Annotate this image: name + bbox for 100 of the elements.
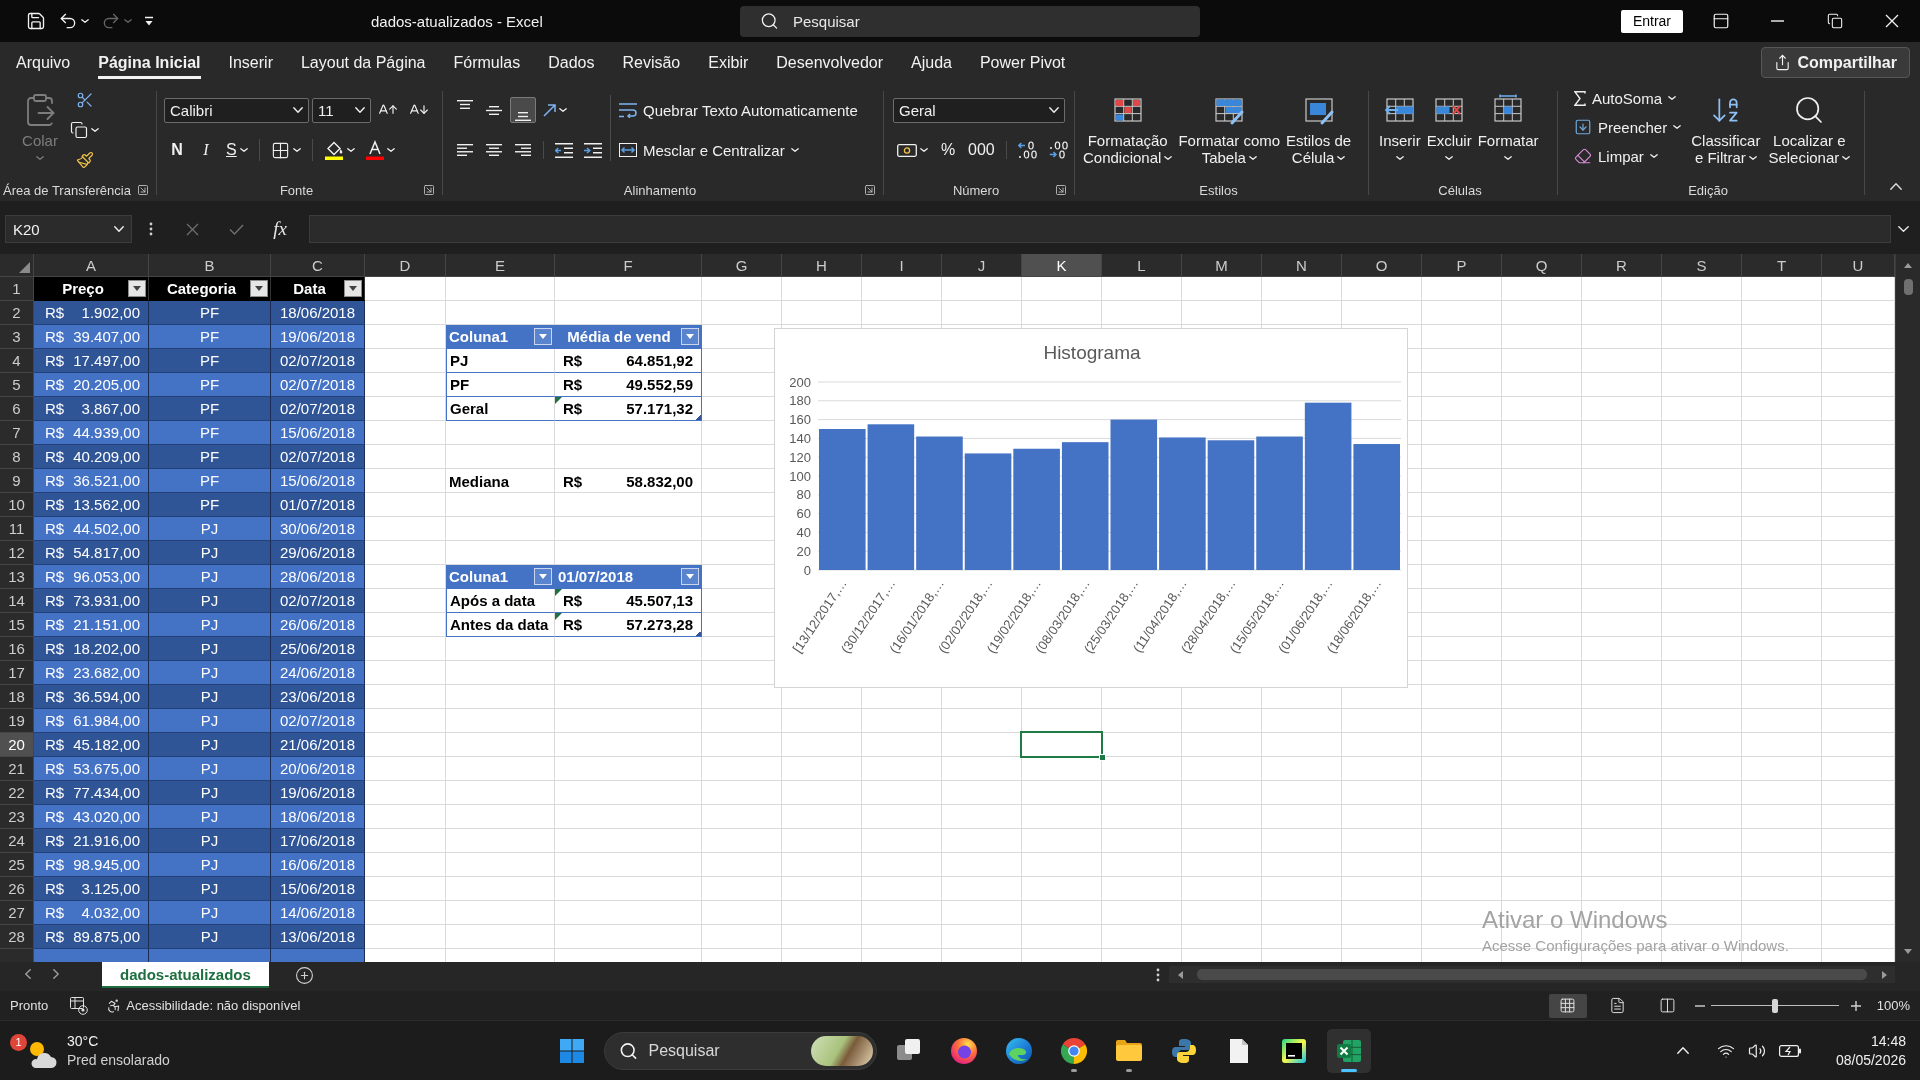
row-header[interactable]: 11 — [0, 517, 34, 541]
wrap-text-button[interactable]: Quebrar Texto Automaticamente — [615, 97, 862, 123]
customize-toolbar-button[interactable] — [142, 14, 156, 28]
row-header[interactable]: 13 — [0, 565, 34, 589]
row-header[interactable]: 1 — [0, 277, 34, 301]
ribbon-tab[interactable]: Revisão — [608, 42, 695, 79]
sort-filter-button[interactable]: Classificar e Filtrar — [1689, 94, 1763, 166]
ribbon-tab[interactable]: Desenvolvedor — [762, 42, 897, 79]
column-header[interactable]: R — [1582, 254, 1662, 277]
autosum-button[interactable]: AutoSoma — [1570, 86, 1686, 110]
row-header[interactable]: 15 — [0, 613, 34, 637]
volume-icon[interactable] — [1747, 1041, 1766, 1060]
fill-button[interactable]: Preencher — [1570, 115, 1686, 139]
table-resize-handle[interactable] — [696, 415, 701, 420]
zoom-level[interactable]: 100% — [1876, 998, 1910, 1013]
dialog-launcher-button[interactable] — [863, 183, 877, 197]
column-header[interactable]: A — [34, 254, 149, 277]
number-format-dropdown[interactable]: Geral — [893, 97, 1065, 123]
ribbon-tab[interactable]: Dados — [534, 42, 609, 79]
select-all-button[interactable] — [0, 254, 34, 277]
search-field[interactable]: Pesquisar — [740, 5, 1200, 37]
row-header[interactable]: 27 — [0, 901, 34, 925]
row-header[interactable]: 8 — [0, 445, 34, 469]
column-header[interactable]: K — [1022, 254, 1102, 277]
ribbon-tab[interactable]: Exibir — [694, 42, 763, 79]
weather-condition-text[interactable]: Pred ensolarado — [67, 1050, 170, 1070]
insert-cells-button[interactable]: Inserir — [1377, 94, 1423, 166]
column-header[interactable]: O — [1342, 254, 1422, 277]
column-header[interactable]: S — [1662, 254, 1742, 277]
row-header[interactable]: 24 — [0, 829, 34, 853]
row-header[interactable]: 12 — [0, 541, 34, 565]
row-header[interactable]: 9 — [0, 469, 34, 493]
dialog-launcher-button[interactable] — [1054, 183, 1068, 197]
row-header[interactable]: 14 — [0, 589, 34, 613]
share-button[interactable]: Compartilhar — [1761, 47, 1910, 78]
row-header[interactable]: 26 — [0, 877, 34, 901]
taskbar-app-button[interactable] — [1326, 1028, 1371, 1073]
normal-view-button[interactable] — [1548, 993, 1587, 1018]
cell-styles-button[interactable]: Estilos de Célula — [1284, 94, 1354, 166]
filter-button[interactable] — [344, 280, 362, 297]
row-header[interactable]: 20 — [0, 733, 34, 757]
filter-button[interactable] — [250, 280, 268, 297]
accessibility-status-button[interactable]: Acessibilidade: não disponível — [106, 997, 301, 1014]
column-header[interactable]: N — [1262, 254, 1342, 277]
sign-in-button[interactable]: Entrar — [1620, 9, 1683, 33]
thousands-separator-button[interactable]: 000 — [964, 137, 999, 163]
column-header[interactable]: E — [446, 254, 555, 277]
row-header[interactable]: 4 — [0, 349, 34, 373]
row-header[interactable]: 5 — [0, 373, 34, 397]
scrollbar-thumb[interactable] — [1903, 279, 1913, 295]
row-header[interactable]: 3 — [0, 325, 34, 349]
row-header[interactable]: 16 — [0, 637, 34, 661]
row-header[interactable]: 19 — [0, 709, 34, 733]
ribbon-tab[interactable]: Power Pivot — [965, 42, 1080, 79]
row-header[interactable]: 6 — [0, 397, 34, 421]
formula-input[interactable] — [309, 215, 1891, 243]
ribbon-tab[interactable]: Layout da Página — [286, 42, 440, 79]
insert-function-button[interactable]: fx — [258, 215, 302, 243]
format-cells-button[interactable]: Formatar — [1475, 94, 1541, 166]
row-header[interactable]: 28 — [0, 925, 34, 949]
vertical-dots-icon[interactable] — [1156, 968, 1160, 982]
delete-cells-button[interactable]: Excluir — [1424, 94, 1474, 166]
find-select-button[interactable]: Localizar e Selecionar — [1766, 94, 1853, 166]
column-header[interactable]: C — [271, 254, 365, 277]
filter-button[interactable] — [128, 280, 146, 297]
ribbon-tab[interactable]: Fórmulas — [439, 42, 535, 79]
column-header[interactable]: I — [862, 254, 942, 277]
row-header[interactable]: 25 — [0, 853, 34, 877]
column-header[interactable]: P — [1422, 254, 1502, 277]
dialog-launcher-button[interactable] — [136, 183, 150, 197]
column-header[interactable]: G — [702, 254, 782, 277]
ribbon-tab[interactable]: Arquivo — [2, 42, 85, 79]
battery-icon[interactable] — [1778, 1044, 1801, 1057]
font-name-dropdown[interactable]: Calibri — [164, 97, 309, 123]
row-header[interactable]: 18 — [0, 685, 34, 709]
italic-button[interactable]: I — [193, 137, 219, 163]
row-header[interactable]: 2 — [0, 301, 34, 325]
conditional-formatting-button[interactable]: Formatação Condicional — [1081, 94, 1175, 166]
column-header[interactable]: T — [1742, 254, 1822, 277]
horizontal-scrollbar[interactable] — [1169, 966, 1895, 983]
row-header[interactable]: 21 — [0, 757, 34, 781]
column-header[interactable]: Q — [1502, 254, 1582, 277]
row-header[interactable]: 22 — [0, 781, 34, 805]
column-header[interactable]: J — [942, 254, 1022, 277]
row-header[interactable]: 10 — [0, 493, 34, 517]
ribbon-tab[interactable]: Ajuda — [897, 42, 966, 79]
font-size-dropdown[interactable]: 11 — [312, 97, 371, 123]
clear-button[interactable]: Limpar — [1570, 144, 1686, 168]
percent-style-button[interactable]: % — [935, 137, 961, 163]
row-header[interactable]: 23 — [0, 805, 34, 829]
column-header[interactable]: B — [149, 254, 271, 277]
scrollbar-thumb[interactable] — [1197, 969, 1867, 980]
column-header[interactable]: D — [365, 254, 446, 277]
clock-time[interactable]: 14:48 — [1870, 1031, 1906, 1051]
sun-cloud-icon[interactable] — [27, 1039, 57, 1068]
vertical-scrollbar[interactable] — [1895, 254, 1920, 962]
row-header[interactable]: 7 — [0, 421, 34, 445]
bold-button[interactable]: N — [164, 137, 190, 163]
dialog-launcher-button[interactable] — [422, 183, 436, 197]
table-resize-handle[interactable] — [696, 631, 701, 636]
